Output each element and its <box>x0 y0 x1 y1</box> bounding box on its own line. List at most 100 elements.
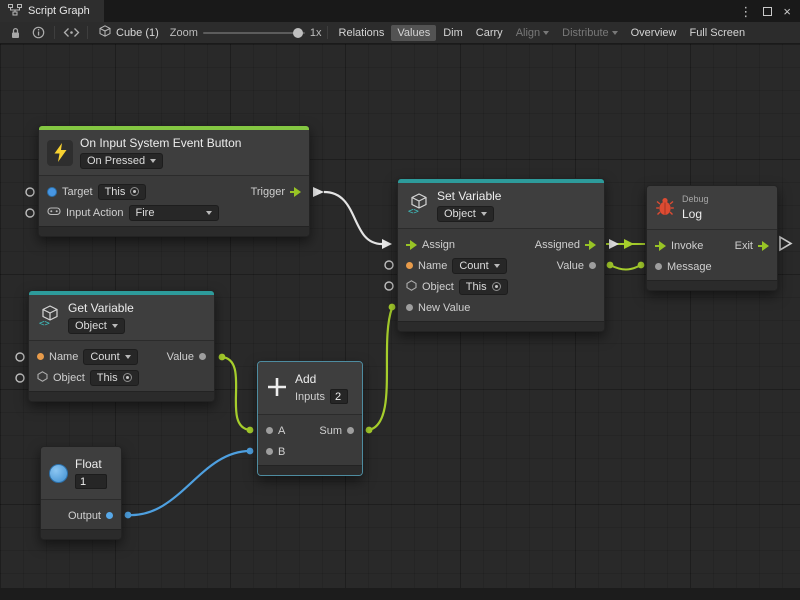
variable-scope-dropdown[interactable]: Object <box>68 318 125 334</box>
b-port-label: B <box>278 446 285 458</box>
svg-text:<>: <> <box>408 207 419 216</box>
node-header: Debug Log <box>647 186 777 230</box>
node-title: Get Variable <box>68 301 134 315</box>
code-chevrons-icon[interactable] <box>60 24 82 42</box>
distribute-label: Distribute <box>562 27 608 39</box>
name-input-port[interactable] <box>406 262 413 269</box>
variable-scope-dropdown[interactable]: Object <box>437 206 494 222</box>
node-title: Add <box>295 372 348 386</box>
toolbar-separator <box>327 26 328 39</box>
port-row-name: Name Count Value <box>398 255 604 276</box>
object-picker-icon[interactable] <box>123 373 132 382</box>
value-port-label: Value <box>557 260 584 272</box>
graph-target-object[interactable]: Cube (1) <box>93 25 165 40</box>
variable-name-value: Count <box>90 351 119 363</box>
port-row-output: Output <box>41 505 121 526</box>
node-title: On Input System Event Button <box>80 136 241 150</box>
relations-label: Relations <box>339 27 385 39</box>
on-input-event-node[interactable]: On Input System Event Button On Pressed … <box>38 125 310 237</box>
chevron-down-icon <box>612 31 618 35</box>
toolbar-separator <box>54 26 55 39</box>
object-target-chip[interactable]: This <box>90 370 139 386</box>
node-footer <box>258 465 362 475</box>
variable-name-value: Count <box>459 260 488 272</box>
invoke-port-label: Invoke <box>671 240 703 252</box>
float-node[interactable]: Float 1 Output <box>40 446 122 540</box>
chevron-down-icon <box>543 31 549 35</box>
titlebar: Script Graph ⋮ × <box>0 0 800 22</box>
a-port-label: A <box>278 425 285 437</box>
event-mode-dropdown[interactable]: On Pressed <box>80 153 163 169</box>
new-value-input-port[interactable] <box>406 304 413 311</box>
variable-name-dropdown[interactable]: Count <box>452 258 506 274</box>
toolbar-separator <box>87 26 88 39</box>
align-button[interactable]: Align <box>510 25 555 41</box>
node-footer <box>41 529 121 539</box>
target-object-chip[interactable]: This <box>98 184 147 200</box>
debug-log-node[interactable]: Debug Log Invoke Exit Message <box>646 185 778 291</box>
set-variable-node[interactable]: <> Set Variable Object Assign Assigned <box>397 178 605 332</box>
object-picker-icon[interactable] <box>130 187 139 196</box>
a-input-port[interactable] <box>266 427 273 434</box>
b-input-port[interactable] <box>266 448 273 455</box>
dropdown-caret-icon <box>206 211 212 215</box>
dim-button[interactable]: Dim <box>437 25 469 41</box>
distribute-button[interactable]: Distribute <box>556 25 623 41</box>
float-value-field[interactable]: 1 <box>75 474 107 489</box>
object-port-label: Object <box>53 372 85 384</box>
node-title: Log <box>682 207 709 221</box>
close-icon[interactable]: × <box>783 5 791 18</box>
exit-output-port[interactable] <box>758 241 769 251</box>
output-port[interactable] <box>106 512 113 519</box>
dropdown-caret-icon <box>494 264 500 268</box>
script-graph-icon <box>8 4 22 19</box>
get-variable-node[interactable]: <> Get Variable Object Name Count <box>28 290 215 402</box>
canvas-bottom-strip <box>0 588 800 600</box>
sum-output-port[interactable] <box>347 427 354 434</box>
lock-icon[interactable] <box>4 24 26 42</box>
fullscreen-button[interactable]: Full Screen <box>683 25 751 41</box>
object-target-chip[interactable]: This <box>459 279 508 295</box>
zoom-slider-knob[interactable] <box>293 28 303 38</box>
object-port-label: Object <box>422 281 454 293</box>
trigger-output-port[interactable] <box>290 187 301 197</box>
values-button[interactable]: Values <box>391 25 436 41</box>
zoom-label: Zoom <box>170 27 198 39</box>
node-footer <box>398 321 604 331</box>
value-output-port[interactable] <box>199 353 206 360</box>
graph-canvas[interactable]: On Input System Event Button On Pressed … <box>0 44 800 600</box>
assign-input-port[interactable] <box>406 240 417 250</box>
object-target-value: This <box>466 281 487 293</box>
window-menu-icon[interactable]: ⋮ <box>739 5 752 18</box>
output-port-label: Output <box>68 510 101 522</box>
name-input-port[interactable] <box>37 353 44 360</box>
port-row-input-action: Input Action Fire <box>39 202 309 223</box>
fullscreen-label: Full Screen <box>689 27 745 39</box>
zoom-slider[interactable] <box>203 27 305 39</box>
node-header: On Input System Event Button On Pressed <box>39 130 309 176</box>
plus-icon <box>266 376 288 401</box>
event-mode-value: On Pressed <box>87 155 145 167</box>
inputs-count-field[interactable]: 2 <box>330 389 348 404</box>
relations-button[interactable]: Relations <box>333 25 391 41</box>
value-port-label: Value <box>167 351 194 363</box>
message-input-port[interactable] <box>655 263 662 270</box>
svg-text:<>: <> <box>39 319 50 328</box>
object-picker-icon[interactable] <box>492 282 501 291</box>
invoke-input-port[interactable] <box>655 241 666 251</box>
carry-button[interactable]: Carry <box>470 25 509 41</box>
variable-cube-icon: <> <box>406 192 430 219</box>
tab-script-graph[interactable]: Script Graph <box>0 0 104 22</box>
add-node[interactable]: Add Inputs 2 A Sum B <box>257 361 363 476</box>
node-title: Set Variable <box>437 189 501 203</box>
gameobject-icon <box>47 187 57 197</box>
overview-button[interactable]: Overview <box>625 25 683 41</box>
info-icon[interactable] <box>27 24 49 42</box>
overview-label: Overview <box>631 27 677 39</box>
zoom-control: Zoom 1x <box>170 27 322 39</box>
input-action-dropdown[interactable]: Fire <box>129 205 219 221</box>
value-output-port[interactable] <box>589 262 596 269</box>
assigned-output-port[interactable] <box>585 240 596 250</box>
maximize-icon[interactable] <box>763 7 772 16</box>
variable-name-dropdown[interactable]: Count <box>83 349 137 365</box>
